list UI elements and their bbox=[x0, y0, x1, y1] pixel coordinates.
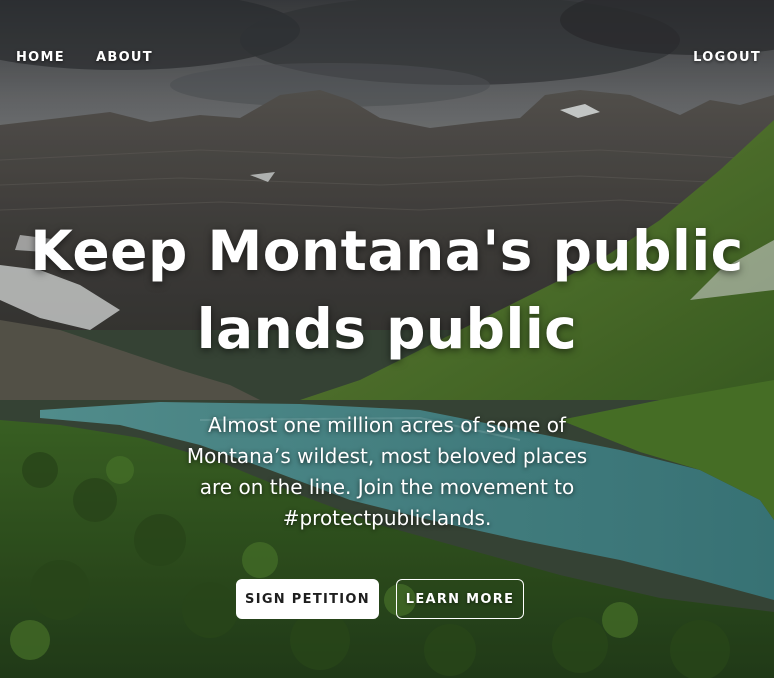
subtext-line-4: #protectpubliclands. bbox=[282, 506, 492, 530]
nav-home-link[interactable]: HOME bbox=[16, 50, 65, 65]
headline-line-1: Keep Montana's public bbox=[30, 219, 744, 283]
sign-petition-button[interactable]: SIGN PETITION bbox=[236, 579, 379, 619]
nav-logout-link[interactable]: LOGOUT bbox=[693, 50, 761, 65]
headline-line-2: lands public bbox=[196, 297, 578, 361]
subtext-line-1: Almost one million acres of some of bbox=[208, 413, 566, 437]
hero-section: HOME ABOUT LOGOUT Keep Montana's public … bbox=[0, 0, 774, 678]
hero-headline: Keep Montana's public lands public bbox=[0, 212, 774, 368]
top-nav: HOME ABOUT LOGOUT bbox=[0, 50, 774, 70]
nav-about-link[interactable]: ABOUT bbox=[96, 50, 153, 65]
subtext-line-3: are on the line. Join the movement to bbox=[199, 475, 575, 499]
subtext-line-2: Montana’s wildest, most beloved places bbox=[186, 444, 588, 468]
learn-more-button[interactable]: LEARN MORE bbox=[396, 579, 524, 619]
hero-subtext: Almost one million acres of some of Mont… bbox=[137, 410, 637, 534]
